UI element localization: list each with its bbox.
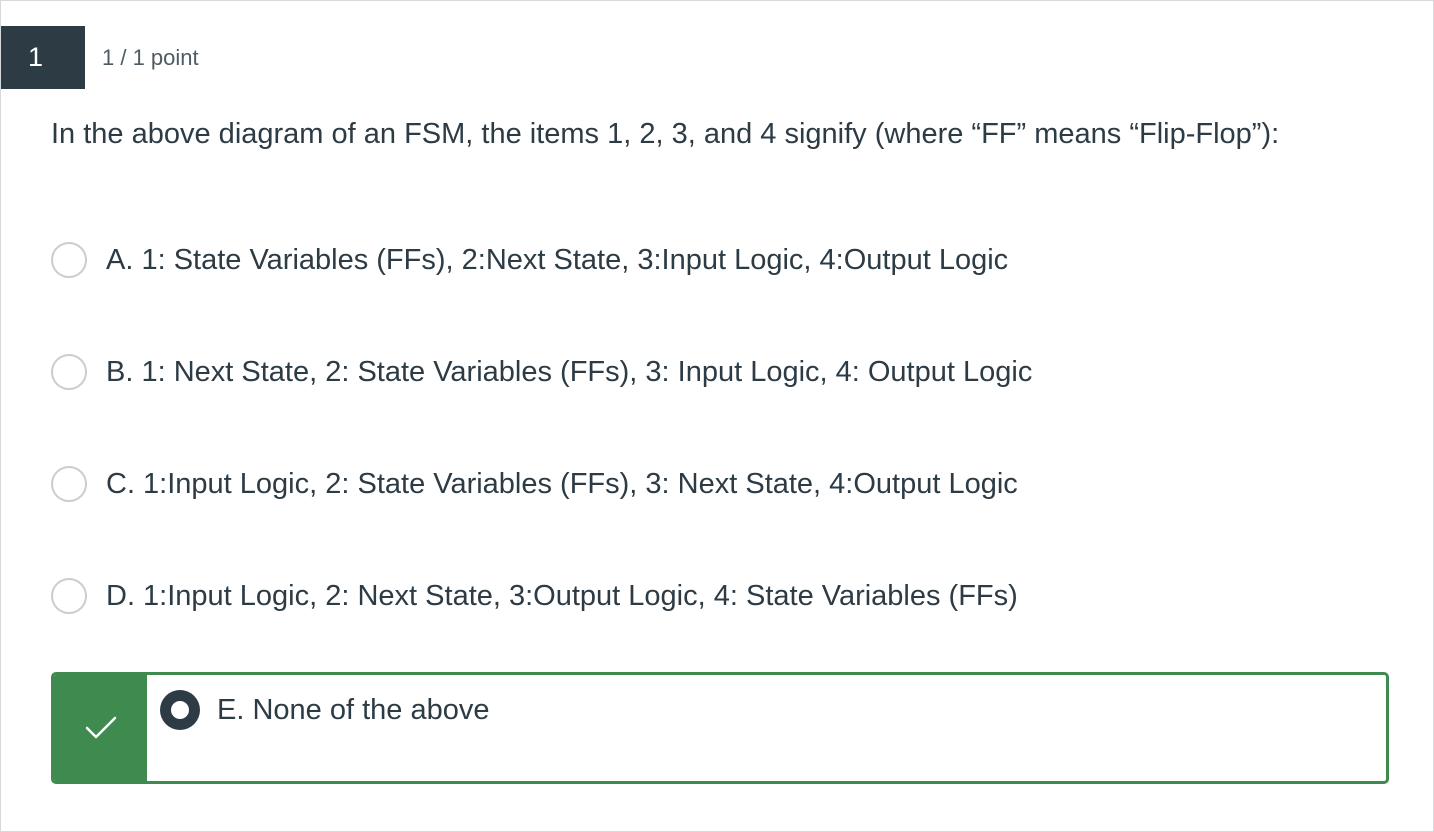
correct-answer-flag — [54, 675, 147, 781]
question-number: 1 — [28, 42, 44, 72]
answer-label-e: E. None of the above — [217, 694, 490, 726]
answer-label-d: D. 1:Input Logic, 2: Next State, 3:Outpu… — [106, 580, 1018, 612]
check-icon — [85, 716, 117, 739]
answer-label-b: B. 1: Next State, 2: State Variables (FF… — [106, 356, 1033, 388]
radio-button-a[interactable] — [51, 242, 87, 278]
question-number-badge: 1 — [1, 26, 85, 89]
question-text: In the above diagram of an FSM, the item… — [51, 118, 1280, 150]
answer-option-e[interactable]: E. None of the above — [160, 688, 489, 732]
answer-option-b[interactable]: B. 1: Next State, 2: State Variables (FF… — [51, 350, 1032, 394]
radio-button-c[interactable] — [51, 466, 87, 502]
answer-option-c[interactable]: C. 1:Input Logic, 2: State Variables (FF… — [51, 462, 1018, 506]
quiz-question-card: 1 1 / 1 point In the above diagram of an… — [0, 0, 1434, 832]
correct-answer-box: E. None of the above — [51, 672, 1389, 784]
question-points: 1 / 1 point — [102, 45, 199, 70]
radio-button-d[interactable] — [51, 578, 87, 614]
answer-label-c: C. 1:Input Logic, 2: State Variables (FF… — [106, 468, 1018, 500]
radio-button-e-selected[interactable] — [160, 690, 200, 730]
answer-option-a[interactable]: A. 1: State Variables (FFs), 2:Next Stat… — [51, 238, 1008, 282]
answer-option-d[interactable]: D. 1:Input Logic, 2: Next State, 3:Outpu… — [51, 574, 1018, 618]
answer-label-a: A. 1: State Variables (FFs), 2:Next Stat… — [106, 244, 1009, 276]
radio-button-b[interactable] — [51, 354, 87, 390]
